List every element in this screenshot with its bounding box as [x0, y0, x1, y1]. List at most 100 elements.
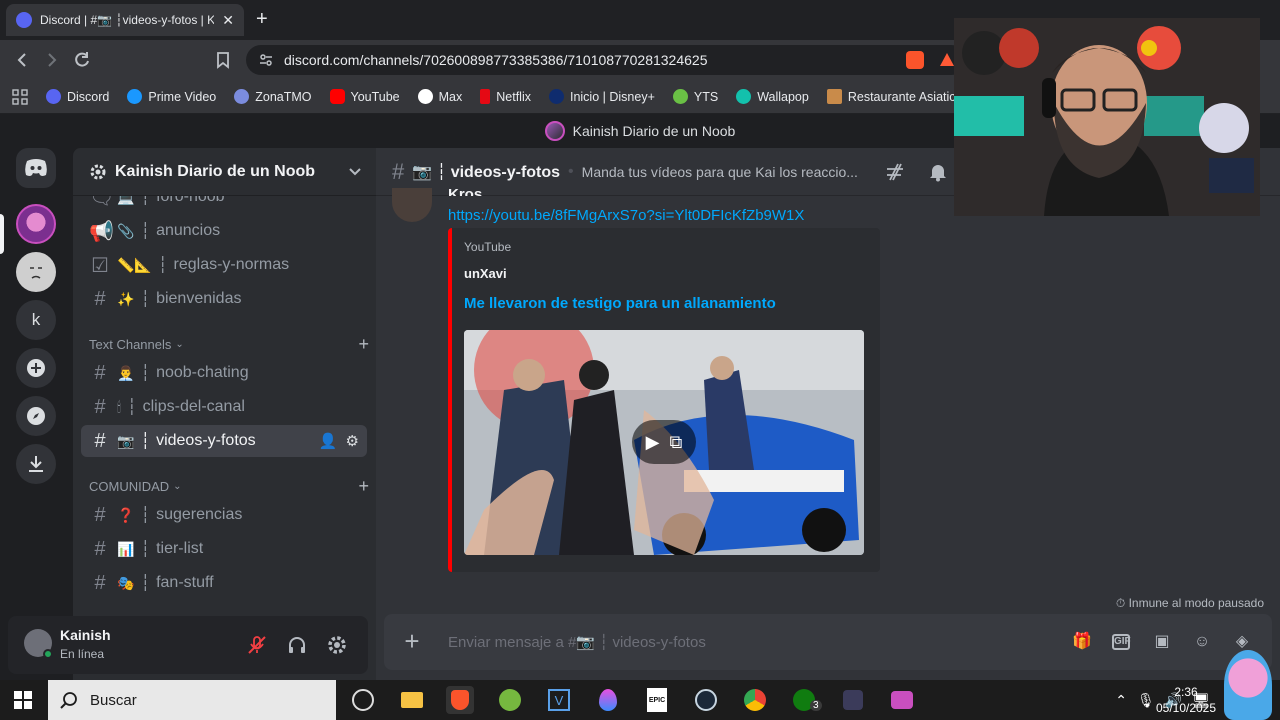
mic-muted-icon[interactable]: [246, 634, 268, 656]
gif-icon[interactable]: GIF: [1112, 634, 1131, 650]
taskbar-xbox-icon[interactable]: 3: [790, 686, 822, 714]
bookmark-icon[interactable]: [213, 50, 233, 70]
taskbar-chrome-icon[interactable]: [741, 686, 769, 714]
window-title: Kainish Diario de un Noob: [572, 123, 736, 139]
taskbar-steam-icon[interactable]: [692, 686, 720, 714]
add-channel-plus-icon[interactable]: +: [358, 476, 369, 497]
taskbar-search[interactable]: Buscar: [48, 680, 336, 720]
taskbar-utorrent-icon[interactable]: [496, 686, 524, 714]
new-tab-button[interactable]: +: [256, 8, 268, 30]
add-server-icon[interactable]: [16, 348, 56, 388]
video-thumbnail[interactable]: ▶ ⧉: [464, 330, 864, 555]
bookmark-wallapop[interactable]: Wallapop: [736, 89, 809, 104]
site-settings-icon[interactable]: [258, 52, 274, 68]
server-avatar-icon: [544, 121, 565, 141]
invite-member-icon[interactable]: 👤: [319, 432, 338, 450]
gift-icon[interactable]: 🎁: [1072, 632, 1092, 652]
hash-icon: #: [94, 537, 106, 560]
back-arrow-icon[interactable]: [12, 50, 32, 70]
bookmark-discord[interactable]: Discord: [46, 89, 109, 104]
close-tab-icon[interactable]: ✕: [222, 12, 234, 29]
discover-compass-icon[interactable]: [16, 396, 56, 436]
channel-noob-chating[interactable]: # 👨‍💼 ┆ noob-chating: [81, 357, 367, 389]
message-youtube-link[interactable]: https://youtu.be/8fFMgArxS7o?si=Ylt0DFIc…: [448, 207, 804, 224]
emoji-icon[interactable]: ☺: [1192, 632, 1212, 652]
paused-mode-notice: ⏱ Inmune al modo pausado: [1115, 596, 1264, 610]
channel-bienvenidas[interactable]: # ✨ ┆ bienvenidas: [81, 283, 367, 315]
server-name: Kainish Diario de un Noob: [115, 162, 316, 180]
apps-icon[interactable]: ◈: [1232, 632, 1252, 652]
bookmark-zonatmo[interactable]: ZonaTMO: [234, 89, 312, 104]
notification-bell-icon[interactable]: [928, 162, 948, 182]
server-k[interactable]: k: [16, 300, 56, 340]
forward-arrow-icon[interactable]: [42, 50, 62, 70]
channel-sugerencias[interactable]: # ❓ ┆ sugerencias: [81, 499, 367, 531]
bookmark-netflix[interactable]: Netflix: [480, 89, 531, 104]
channel-fan-stuff[interactable]: # 🎭 ┆ fan-stuff: [81, 567, 367, 599]
threads-icon[interactable]: [884, 161, 906, 183]
bookmark-max[interactable]: Max: [417, 89, 462, 104]
bookmark-prime-video[interactable]: Prime Video: [127, 89, 216, 104]
restaurant-icon: [826, 89, 842, 104]
apps-grid-icon[interactable]: [12, 88, 28, 105]
clock-date: 05/10/2025: [1155, 701, 1217, 715]
channel-name: 📷 ┆ videos-y-fotos: [412, 163, 561, 181]
chevron-up-icon[interactable]: ⌃: [1115, 692, 1127, 709]
bookmark-restaurante[interactable]: Restaurante Asiatic...: [826, 89, 966, 104]
bookmark-youtube[interactable]: YouTube: [329, 89, 400, 104]
headphones-icon[interactable]: [286, 634, 308, 656]
server-header[interactable]: Kainish Diario de un Noob: [73, 148, 377, 196]
windows-start-icon[interactable]: [14, 691, 32, 709]
user-name[interactable]: Kainish: [60, 627, 111, 643]
message-author-name[interactable]: Kros: [448, 186, 482, 196]
channel-topic[interactable]: Manda tus vídeos para que Kai los reacci…: [582, 164, 858, 180]
embed-title[interactable]: Me llevaron de testigo para un allanamie…: [464, 295, 776, 312]
message-composer: + Enviar mensaje a #📷 ┆ videos-y-fotos 🎁…: [384, 614, 1272, 670]
chevron-down-icon: [349, 167, 361, 176]
embed-author[interactable]: unXavi: [464, 266, 507, 281]
reload-icon[interactable]: [72, 50, 92, 70]
brave-rewards-icon[interactable]: [940, 53, 954, 66]
url-text: discord.com/channels/702600898773385386/…: [284, 52, 708, 68]
channel-videos-y-fotos[interactable]: # 📷 ┆ videos-y-fotos 👤 ⚙: [81, 425, 367, 457]
webcam-overlay: [954, 18, 1260, 216]
taskbar-app-icon[interactable]: [839, 686, 867, 714]
category-text-channels[interactable]: Text Channels ⌄ +: [89, 334, 369, 354]
upload-plus-icon[interactable]: +: [400, 628, 424, 654]
direct-messages-button[interactable]: [16, 148, 56, 188]
bookmark-disney[interactable]: Inicio | Disney+: [548, 89, 655, 104]
download-icon[interactable]: [16, 444, 56, 484]
channel-anuncios[interactable]: 📢 📎 ┆ anuncios: [81, 215, 367, 247]
server-kainish[interactable]: [16, 204, 56, 244]
taskbar-vegas-icon[interactable]: V: [545, 686, 573, 714]
user-settings-gear-icon[interactable]: [326, 634, 348, 656]
discord-favicon-icon: [16, 12, 32, 28]
taskbar-epic-games-icon[interactable]: EPIC: [643, 686, 671, 714]
channel-reglas-y-normas[interactable]: ☑ 📏📐 ┆ reglas-y-normas: [81, 249, 367, 281]
embed-provider[interactable]: YouTube: [464, 240, 511, 254]
channel-foro-noob[interactable]: 🗨 💻 ┆ foro-noob: [81, 196, 367, 213]
add-channel-plus-icon[interactable]: +: [358, 334, 369, 355]
bookmark-yts[interactable]: YTS: [672, 89, 718, 104]
channel-clips-del-canal[interactable]: # 🕯 ┆ clips-del-canal: [81, 391, 367, 423]
hash-icon: #: [392, 158, 405, 184]
brave-shields-icon[interactable]: [906, 51, 924, 69]
sticker-icon[interactable]: ▣: [1152, 632, 1172, 652]
taskbar-brave-icon[interactable]: [446, 686, 474, 714]
message-author-avatar[interactable]: [392, 188, 432, 222]
taskbar-clock[interactable]: 2:36 05/10/2025: [1150, 684, 1222, 716]
taskbar-obs-icon[interactable]: [349, 686, 377, 714]
taskbar-paint-icon[interactable]: [594, 686, 622, 714]
taskbar-file-explorer-icon[interactable]: [398, 686, 426, 714]
channel-tier-list[interactable]: # 📊 ┆ tier-list: [81, 533, 367, 565]
address-bar[interactable]: discord.com/channels/702600898773385386/…: [246, 45, 966, 75]
browser-tab-discord[interactable]: Discord | #📷 ┆videos-y-fotos | K ✕: [6, 4, 244, 36]
server-meme-face[interactable]: [16, 252, 56, 292]
channel-settings-gear-icon[interactable]: ⚙: [346, 432, 359, 450]
play-video-button[interactable]: ▶ ⧉: [632, 420, 696, 464]
message-input[interactable]: Enviar mensaje a #📷 ┆ videos-y-fotos: [448, 633, 706, 651]
taskbar-discord-icon[interactable]: [888, 686, 916, 714]
category-comunidad[interactable]: COMUNIDAD ⌄ +: [89, 476, 369, 496]
open-external-icon[interactable]: ⧉: [669, 432, 682, 453]
hash-icon: #: [94, 429, 106, 452]
